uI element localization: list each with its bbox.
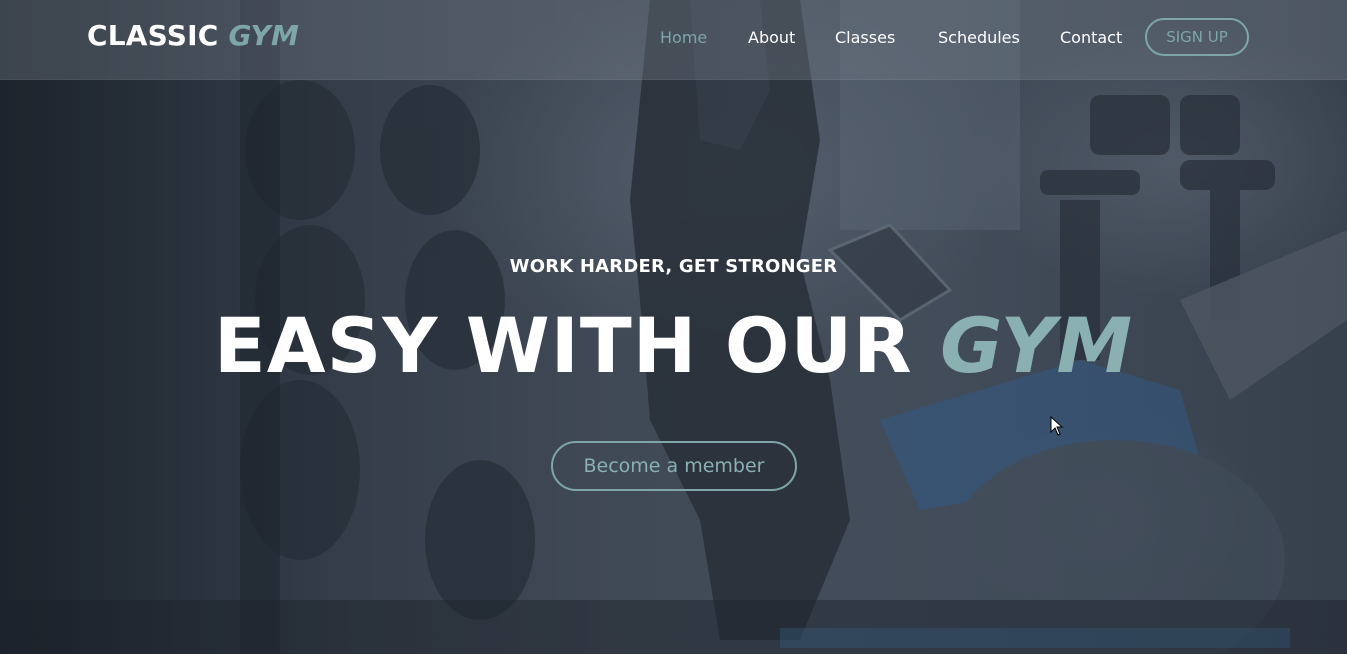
site-logo[interactable]: CLASSIC GYM bbox=[87, 19, 299, 52]
become-member-button[interactable]: Become a member bbox=[551, 441, 797, 491]
nav-item-schedules[interactable]: Schedules bbox=[938, 28, 1020, 47]
hero-tagline: WORK HARDER, GET STRONGER bbox=[509, 256, 838, 277]
logo-accent-text: GYM bbox=[228, 19, 300, 52]
mouse-pointer-icon bbox=[1050, 416, 1064, 436]
headline-main-text: EASY WITH OUR bbox=[213, 301, 913, 390]
hero-section: CLASSIC GYM Home About Classes Schedules… bbox=[0, 0, 1347, 654]
nav-item-home[interactable]: Home bbox=[660, 28, 707, 47]
nav-item-contact[interactable]: Contact bbox=[1060, 28, 1122, 47]
headline-accent-text: GYM bbox=[940, 301, 1134, 390]
logo-text: CLASSIC bbox=[87, 19, 219, 52]
nav-item-about[interactable]: About bbox=[748, 28, 795, 47]
site-header: CLASSIC GYM Home About Classes Schedules… bbox=[0, 0, 1347, 80]
nav-item-classes[interactable]: Classes bbox=[835, 28, 895, 47]
sign-up-button[interactable]: SIGN UP bbox=[1145, 18, 1249, 56]
hero-headline: EASY WITH OUR GYM bbox=[0, 298, 1347, 394]
